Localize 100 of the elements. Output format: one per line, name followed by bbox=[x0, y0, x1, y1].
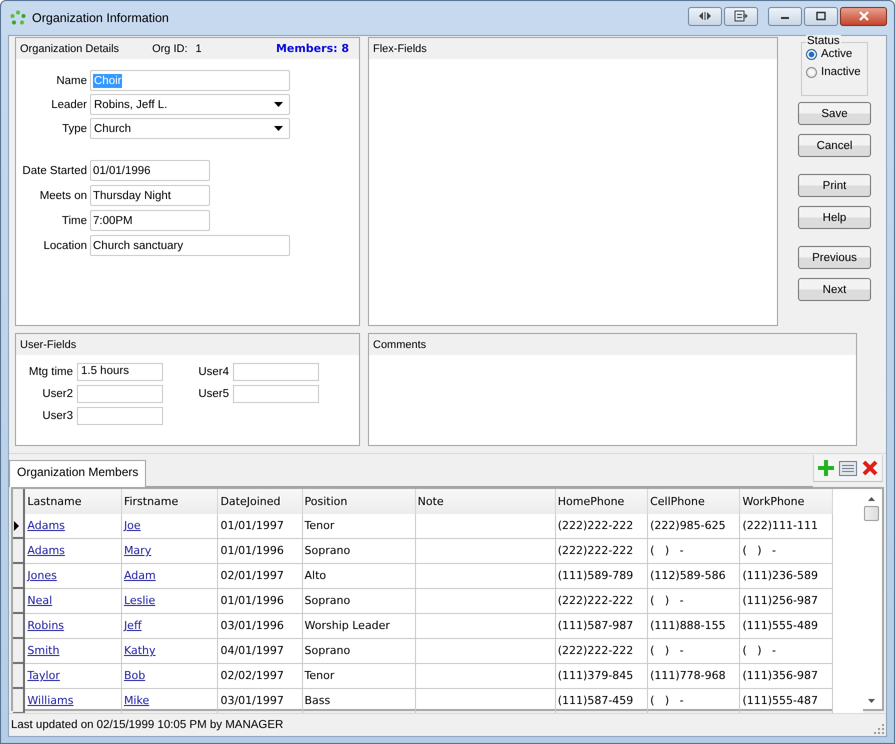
name-link[interactable]: Adams bbox=[27, 519, 65, 532]
table-cell: (111)555-487 bbox=[742, 694, 818, 707]
row-header[interactable] bbox=[13, 514, 24, 538]
action-button[interactable]: Save bbox=[798, 102, 871, 125]
table-cell: Worship Leader bbox=[304, 619, 390, 632]
delete-icon bbox=[862, 460, 878, 476]
delete-button[interactable] bbox=[862, 460, 878, 476]
input-field[interactable]: 7:00PM bbox=[90, 210, 210, 231]
table-cell: ( ) - bbox=[650, 694, 684, 707]
org-id-label: Org ID: bbox=[152, 42, 188, 54]
name-link[interactable]: Leslie bbox=[124, 594, 156, 607]
scroll-thumb[interactable] bbox=[864, 506, 879, 521]
dropdown-field[interactable]: Church bbox=[90, 118, 290, 139]
field-label: User4 bbox=[197, 366, 230, 378]
radio-label: Active bbox=[821, 48, 852, 60]
table-cell: 01/01/1997 bbox=[220, 519, 284, 532]
table-cell: (222)111-111 bbox=[742, 519, 818, 532]
action-button[interactable]: Next bbox=[798, 278, 871, 301]
name-link[interactable]: Adams bbox=[27, 544, 65, 557]
input-field[interactable] bbox=[77, 385, 163, 403]
field-label: Name bbox=[55, 74, 88, 86]
table-cell: (222)222-222 bbox=[558, 519, 634, 532]
resize-button[interactable] bbox=[688, 6, 722, 26]
table-cell: 01/01/1996 bbox=[220, 544, 284, 557]
table-cell: (111)778-968 bbox=[650, 669, 726, 682]
action-button[interactable]: Print bbox=[798, 174, 871, 197]
input-field[interactable]: Thursday Night bbox=[90, 185, 210, 206]
table-cell: (111)587-459 bbox=[558, 694, 634, 707]
action-button[interactable]: Help bbox=[798, 206, 871, 229]
input-field[interactable]: Church sanctuary bbox=[90, 235, 290, 256]
input-field[interactable] bbox=[233, 363, 319, 381]
table-cell: (111)379-845 bbox=[558, 669, 634, 682]
name-link[interactable]: Mike bbox=[124, 694, 150, 707]
table-cell: ( ) - bbox=[650, 594, 684, 607]
name-link[interactable]: Adam bbox=[124, 569, 156, 582]
table-cell: 04/01/1997 bbox=[220, 644, 284, 657]
name-link[interactable]: Bob bbox=[124, 669, 146, 682]
close-button[interactable] bbox=[840, 6, 887, 26]
minimize-button[interactable] bbox=[768, 6, 802, 26]
input-field[interactable]: 01/01/1996 bbox=[90, 160, 210, 181]
table-cell: Tenor bbox=[304, 669, 334, 682]
column-header[interactable]: CellPhone bbox=[648, 489, 740, 514]
table-cell: 03/01/1996 bbox=[220, 619, 284, 632]
maximize-icon bbox=[815, 11, 827, 21]
app-icon bbox=[10, 10, 26, 26]
dropdown-field[interactable]: Robins, Jeff L. bbox=[90, 94, 290, 115]
column-header[interactable]: HomePhone bbox=[555, 489, 648, 514]
panel-title: Organization Details bbox=[20, 42, 120, 54]
column-header[interactable]: Position bbox=[302, 489, 416, 514]
scroll-up-icon bbox=[868, 497, 875, 501]
table-cell: Tenor bbox=[304, 519, 334, 532]
table-cell: Soprano bbox=[304, 594, 350, 607]
input-field[interactable] bbox=[77, 407, 163, 425]
export-button[interactable] bbox=[724, 6, 758, 26]
input-field[interactable] bbox=[233, 385, 319, 403]
table-cell: ( ) - bbox=[742, 544, 776, 557]
table-cell: 02/02/1997 bbox=[220, 669, 284, 682]
add-button[interactable] bbox=[818, 460, 834, 476]
table-cell: 03/01/1997 bbox=[220, 694, 284, 707]
table-cell: (222)222-222 bbox=[558, 644, 634, 657]
field-label: Location bbox=[42, 240, 88, 252]
table-cell: Bass bbox=[304, 694, 330, 707]
field-label: User2 bbox=[41, 388, 74, 400]
table-cell: (111)555-489 bbox=[742, 619, 818, 632]
name-link[interactable]: Joe bbox=[124, 519, 141, 532]
table-cell: Alto bbox=[304, 569, 326, 582]
maximize-button[interactable] bbox=[804, 6, 838, 26]
name-link[interactable]: Williams bbox=[27, 694, 74, 707]
name-link[interactable]: Kathy bbox=[124, 644, 156, 657]
field-label: Mtg time bbox=[28, 366, 74, 378]
panel-title: Comments bbox=[373, 338, 426, 350]
tab[interactable]: Organization Members bbox=[9, 460, 146, 487]
name-link[interactable]: Mary bbox=[124, 544, 152, 557]
name-link[interactable]: Robins bbox=[27, 619, 64, 632]
scroll-down-icon bbox=[868, 699, 875, 703]
field-label: Time bbox=[60, 214, 88, 226]
name-link[interactable]: Jones bbox=[27, 569, 57, 582]
column-header[interactable]: Lastname bbox=[24, 489, 122, 514]
action-button[interactable]: Previous bbox=[798, 246, 871, 269]
radio-label: Inactive bbox=[821, 66, 861, 78]
column-header[interactable]: DateJoined bbox=[218, 489, 302, 514]
org-id-value: 1 bbox=[196, 42, 202, 54]
table-cell: (222)222-222 bbox=[558, 544, 634, 557]
double-arrow-icon bbox=[698, 11, 712, 21]
edit-button[interactable] bbox=[839, 460, 857, 476]
input-field[interactable]: 1.5 hours bbox=[77, 363, 163, 381]
name-link[interactable]: Taylor bbox=[27, 669, 60, 682]
table-cell: ( ) - bbox=[650, 544, 684, 557]
radio-button[interactable] bbox=[806, 66, 817, 78]
column-header[interactable]: WorkPhone bbox=[740, 489, 832, 514]
column-header[interactable]: Firstname bbox=[121, 489, 218, 514]
action-button[interactable]: Cancel bbox=[798, 134, 871, 157]
current-row-icon bbox=[14, 520, 19, 530]
column-header[interactable]: Note bbox=[415, 489, 556, 514]
name-link[interactable]: Jeff bbox=[124, 619, 142, 632]
name-link[interactable]: Neal bbox=[27, 594, 52, 607]
table-cell: (111)587-987 bbox=[558, 619, 634, 632]
radio-button[interactable] bbox=[806, 48, 817, 60]
name-link[interactable]: Smith bbox=[27, 644, 60, 657]
status-text: Last updated on 02/15/1999 10:05 PM by MANAGER bbox=[11, 719, 284, 731]
